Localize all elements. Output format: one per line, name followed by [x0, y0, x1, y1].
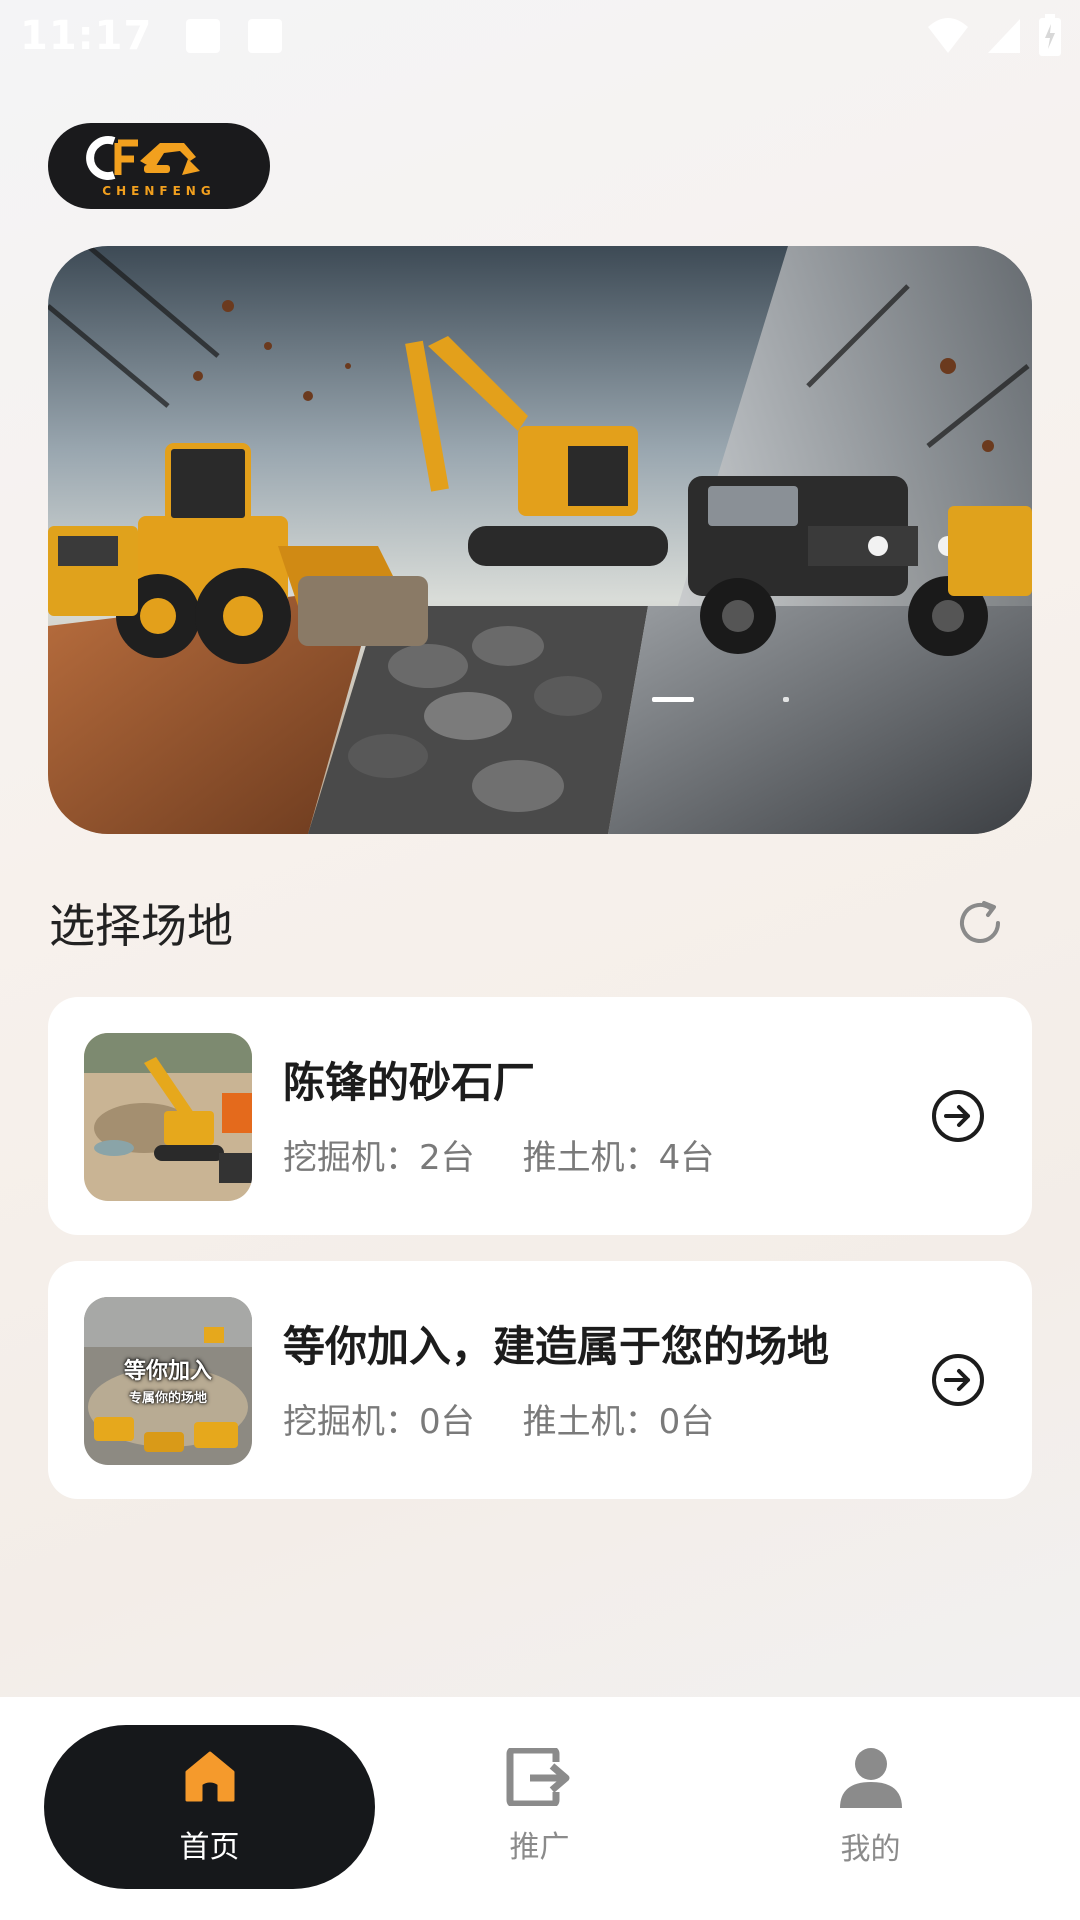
app-notification-icon: [248, 19, 283, 53]
refresh-icon: [960, 901, 1000, 943]
refresh-button[interactable]: [950, 893, 1010, 953]
svg-text:CHENFENG: CHENFENG: [102, 184, 215, 198]
nav-label: 首页: [179, 1830, 240, 1865]
battery-icon: [1039, 14, 1061, 56]
site-card[interactable]: 陈锋的砂石厂 挖掘机：2台 推土机：4台: [48, 997, 1032, 1235]
banner-indicator: [783, 697, 789, 702]
signal-icon: [988, 19, 1020, 53]
section-title: 选择场地: [49, 899, 233, 953]
excavator-count: 挖掘机：2台: [283, 1138, 475, 1178]
site-card[interactable]: 等你加入 专属你的场地 等你加入，建造属于您的场地 挖掘机：0台 推土机：0台: [48, 1261, 1032, 1499]
nav-label: 我的: [840, 1832, 901, 1867]
nav-item-promote[interactable]: 推广: [374, 1725, 705, 1889]
construction-machinery-banner-image: [48, 246, 1032, 834]
promo-banner[interactable]: [48, 246, 1032, 834]
arrow-right-circle-icon: [932, 1090, 984, 1142]
nav-item-mine[interactable]: 我的: [705, 1725, 1036, 1889]
status-bar: 11:17: [0, 0, 1080, 72]
arrow-right-circle-icon: [932, 1354, 984, 1406]
status-time: 11:17: [20, 13, 153, 59]
share-icon: [506, 1748, 569, 1806]
banner-indicator-active: [652, 697, 694, 702]
site-name: 等你加入，建造属于您的场地: [283, 1322, 830, 1371]
wifi-icon: [928, 18, 968, 53]
bottom-nav: 首页 推广 我的: [0, 1697, 1080, 1920]
site-thumbnail: [84, 1033, 252, 1201]
enter-site-button[interactable]: [930, 1352, 986, 1408]
nav-item-home[interactable]: 首页: [44, 1725, 375, 1889]
excavator-count: 挖掘机：0台: [283, 1402, 475, 1442]
site-stats: 挖掘机：0台 推土机：0台: [283, 1394, 714, 1443]
enter-site-button[interactable]: [930, 1088, 986, 1144]
home-icon: [185, 1751, 234, 1802]
thumbnail-caption: 等你加入 专属你的场地: [123, 1359, 212, 1406]
bulldozer-count: 推土机：4台: [522, 1138, 715, 1178]
chenfeng-logo-icon: CHENFENG: [86, 136, 215, 198]
bulldozer-count: 推土机：0台: [522, 1402, 715, 1442]
site-name: 陈锋的砂石厂: [283, 1058, 536, 1107]
brand-logo: CHENFENG: [48, 123, 270, 209]
nav-label: 推广: [509, 1830, 570, 1865]
site-stats: 挖掘机：2台 推土机：4台: [283, 1130, 714, 1179]
status-notification-icons: [186, 19, 283, 53]
image-notification-icon: [186, 19, 221, 53]
site-thumbnail: 等你加入 专属你的场地: [84, 1297, 252, 1465]
status-right-icons: [926, 14, 1062, 56]
user-icon: [839, 1748, 902, 1808]
